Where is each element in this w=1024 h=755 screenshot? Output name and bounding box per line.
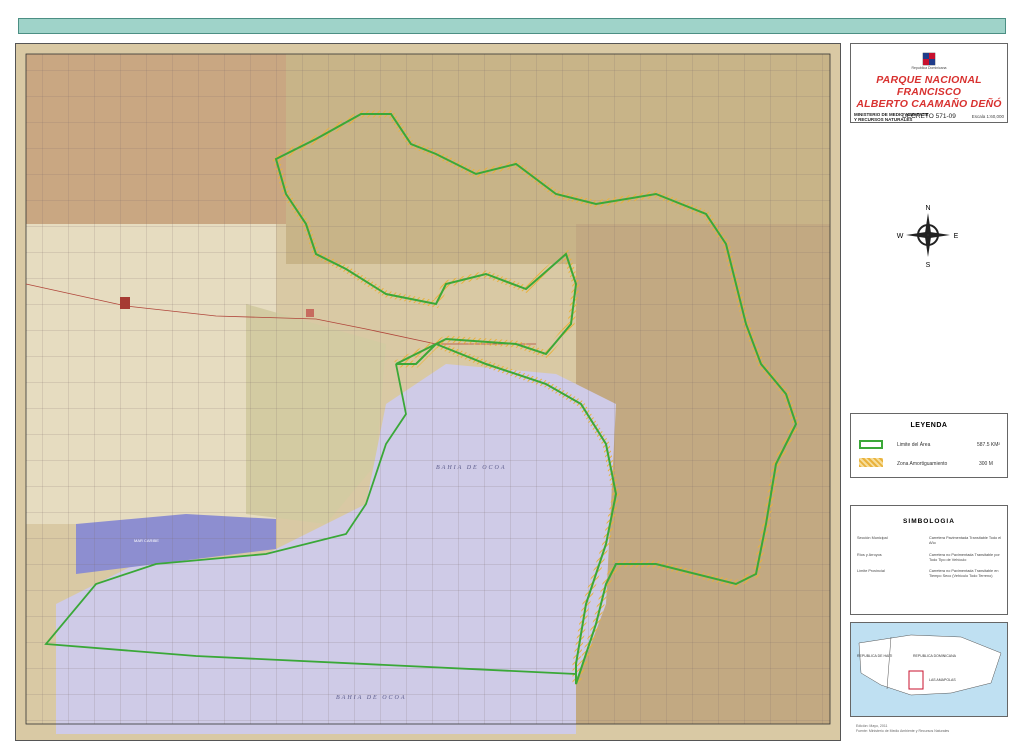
buffer-swatch bbox=[859, 458, 883, 467]
compass-west-label: W bbox=[897, 233, 904, 240]
area-label: Limite del Área bbox=[897, 442, 931, 448]
top-banner bbox=[18, 18, 1006, 34]
bay-label: BAHIA DE OCOA bbox=[436, 465, 507, 471]
bay-label: BAHIA DE OCOA bbox=[336, 695, 407, 701]
buffer-label: Zona Amortiguamiento bbox=[897, 461, 948, 467]
symbology-item: Sección Municipal bbox=[857, 536, 888, 540]
symbology-item: Carretera no Pavimentada Transitable en … bbox=[929, 569, 999, 578]
town-marker bbox=[120, 297, 130, 309]
inset-map-graphic: REPUBLICA DE HAITI REPUBLICA DOMINICANA … bbox=[851, 623, 1007, 716]
inset-locator-map[interactable]: REPUBLICA DE HAITI REPUBLICA DOMINICANA … bbox=[850, 622, 1008, 717]
compass-north-label: N bbox=[925, 205, 930, 212]
seal-caption: Republica Dominicana bbox=[911, 66, 947, 70]
legend-box: LEYENDA Limite del Área 587.5 KM² Zona A… bbox=[850, 413, 1008, 478]
inset-label-haiti: REPUBLICA DE HAITI bbox=[857, 654, 892, 658]
compass-rose-icon: N S W E bbox=[897, 205, 959, 269]
area-value: 587.5 KM² bbox=[977, 442, 1001, 448]
map-frame[interactable]: MAR CARIBE BAHIA DE OCOA BAHIA DE OCOA bbox=[15, 43, 841, 741]
symbology-item: Límite Provincial bbox=[857, 569, 885, 573]
symbology-item: Ríos y Arroyos bbox=[857, 553, 882, 557]
map-title: PARQUE NACIONAL FRANCISCO ALBERTO CAAMAÑ… bbox=[856, 74, 1002, 110]
compass-east-label: E bbox=[954, 233, 959, 240]
title-block: Republica Dominicana PARQUE NACIONAL FRA… bbox=[850, 43, 1008, 123]
symbology-title: SIMBOLOGIA bbox=[903, 518, 955, 525]
town-marker bbox=[306, 309, 314, 317]
inset-label-rd: REPUBLICA DOMINICANA bbox=[913, 654, 957, 658]
map-scale: Escala 1:60,000 bbox=[971, 114, 1004, 119]
buffer-value: 300 M bbox=[979, 461, 993, 467]
map-source: Edición: Mayo, 2011 Fuente: Ministerio d… bbox=[856, 724, 950, 733]
inset-label-area: LAS AMAPOLAS bbox=[929, 678, 956, 682]
symbology-item: Carretera Pavimentada Transitable Todo e… bbox=[929, 536, 1002, 545]
ministry-name: MINISTERIO DE MEDIO AMBIENTE Y RECURSOS … bbox=[854, 112, 929, 122]
compass-south-label: S bbox=[926, 262, 931, 269]
symbology-item: Carretera no Pavimentada Transitable por… bbox=[929, 553, 1000, 562]
area-swatch bbox=[859, 440, 883, 449]
symbology-box: SIMBOLOGIA Sección Municipal Ríos y Arro… bbox=[850, 505, 1008, 615]
legend-title: LEYENDA bbox=[910, 422, 948, 429]
topographic-map[interactable]: MAR CARIBE BAHIA DE OCOA BAHIA DE OCOA bbox=[16, 44, 840, 740]
